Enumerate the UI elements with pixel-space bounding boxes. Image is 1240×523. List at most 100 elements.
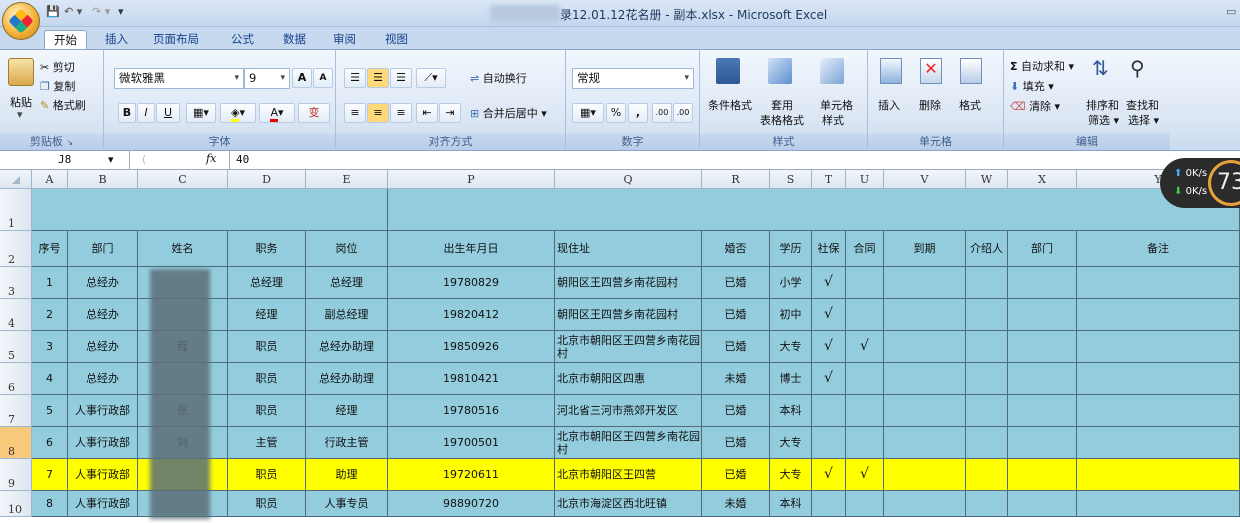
cell[interactable]	[1077, 395, 1240, 427]
column-header-v[interactable]: V	[884, 170, 966, 189]
formula-input[interactable]: 40	[236, 153, 249, 166]
cell[interactable]	[1008, 491, 1077, 517]
cell[interactable]: 总经办助理	[306, 363, 388, 395]
conditional-format-icon[interactable]	[716, 58, 740, 84]
cell[interactable]	[1077, 459, 1240, 491]
column-header-p[interactable]: P	[388, 170, 555, 189]
header-cell[interactable]: 学历	[770, 231, 812, 267]
sort-filter-label[interactable]: 排序和	[1086, 97, 1119, 113]
cell[interactable]	[966, 395, 1008, 427]
header-cell[interactable]: 序号	[32, 231, 68, 267]
cell[interactable]	[846, 395, 884, 427]
cell[interactable]	[966, 491, 1008, 517]
autosum-button[interactable]: Σ 自动求和 ▾	[1010, 58, 1074, 74]
cell-styles-label-2[interactable]: 样式	[822, 112, 844, 128]
header-cell[interactable]: 介绍人	[966, 231, 1008, 267]
cell[interactable]: 人事行政部	[68, 395, 138, 427]
fill-color-button[interactable]: ◈▾	[220, 103, 256, 123]
cell[interactable]	[1077, 427, 1240, 459]
row-header[interactable]: 2	[0, 231, 32, 267]
cell[interactable]: 总经理	[306, 267, 388, 299]
merge-center-button[interactable]: ⊞ 合并后居中 ▾	[470, 105, 547, 121]
cell[interactable]: 2	[32, 299, 68, 331]
cell[interactable]: 19820412	[388, 299, 555, 331]
column-header-c[interactable]: C	[138, 170, 228, 189]
undo-icon[interactable]: ↶ ▾	[64, 5, 82, 21]
cell[interactable]	[884, 395, 966, 427]
fill-button[interactable]: ⬇ 填充 ▾	[1010, 78, 1054, 94]
cell[interactable]: 总经办	[68, 363, 138, 395]
format-painter-button[interactable]: ✎ 格式刷	[40, 97, 86, 113]
align-right-icon[interactable]: ≡	[390, 103, 412, 123]
cell[interactable]: 8	[32, 491, 68, 517]
cell[interactable]: 北京市朝阳区四惠	[555, 363, 702, 395]
column-header-d[interactable]: D	[228, 170, 306, 189]
orientation-icon[interactable]: ⟋▾	[416, 68, 446, 88]
wrap-text-button[interactable]: ⇌ 自动换行	[470, 70, 527, 86]
cell[interactable]	[1008, 395, 1077, 427]
delete-button[interactable]: 删除	[919, 97, 941, 113]
font-color-button[interactable]: A▾	[259, 103, 295, 123]
cell[interactable]: 已婚	[702, 299, 770, 331]
merged-title-cell[interactable]	[32, 189, 388, 231]
cell[interactable]: 职员	[228, 395, 306, 427]
align-bottom-icon[interactable]: ☰	[390, 68, 412, 88]
cell[interactable]: 19780829	[388, 267, 555, 299]
cell[interactable]: 人事行政部	[68, 427, 138, 459]
cell[interactable]	[966, 427, 1008, 459]
header-cell[interactable]: 合同	[846, 231, 884, 267]
currency-icon[interactable]: ▦▾	[572, 103, 604, 123]
cell[interactable]: 本科	[770, 395, 812, 427]
cell[interactable]: 19850926	[388, 331, 555, 363]
underline-button[interactable]: U	[156, 103, 180, 123]
cell[interactable]: 博士	[770, 363, 812, 395]
binoculars-icon[interactable]: ⚲	[1130, 56, 1145, 80]
cell[interactable]: √	[812, 363, 846, 395]
cell[interactable]	[966, 363, 1008, 395]
tab-6[interactable]: 视图	[376, 30, 417, 49]
insert-button[interactable]: 插入	[878, 97, 900, 113]
redo-icon[interactable]: ↷ ▾	[92, 5, 110, 21]
cell[interactable]: √	[812, 459, 846, 491]
align-top-icon[interactable]: ☰	[344, 68, 366, 88]
row-header[interactable]: 1	[0, 189, 32, 231]
cell[interactable]: 助理	[306, 459, 388, 491]
row-header[interactable]: 8	[0, 427, 32, 459]
cell[interactable]: 北京市朝阳区王四营	[555, 459, 702, 491]
cell[interactable]: 本科	[770, 491, 812, 517]
cell[interactable]: 19810421	[388, 363, 555, 395]
cell[interactable]: 已婚	[702, 267, 770, 299]
header-cell[interactable]: 备注	[1077, 231, 1240, 267]
format-table-label-2[interactable]: 表格格式	[760, 112, 804, 128]
row-header[interactable]: 3	[0, 267, 32, 299]
cell[interactable]: 职员	[228, 363, 306, 395]
cell[interactable]	[812, 395, 846, 427]
column-header-b[interactable]: B	[68, 170, 138, 189]
tab-4[interactable]: 数据	[274, 30, 315, 49]
cell[interactable]: 4	[32, 363, 68, 395]
insert-cells-icon[interactable]	[880, 58, 902, 84]
cell[interactable]: 未婚	[702, 491, 770, 517]
cell[interactable]	[1077, 363, 1240, 395]
paste-dropdown-icon[interactable]: ▾	[17, 108, 23, 121]
cell[interactable]: 朝阳区王四营乡南花园村	[555, 299, 702, 331]
cell[interactable]: 北京市朝阳区王四营乡南花园村	[555, 427, 702, 459]
row-header[interactable]: 9	[0, 459, 32, 491]
cell[interactable]: 人事专员	[306, 491, 388, 517]
column-header-a[interactable]: A	[32, 170, 68, 189]
cell[interactable]: 行政主管	[306, 427, 388, 459]
row-header[interactable]: 6	[0, 363, 32, 395]
cell[interactable]	[884, 363, 966, 395]
header-cell[interactable]: 出生年月日	[388, 231, 555, 267]
increase-decimal-button[interactable]: .00	[652, 103, 672, 123]
cell[interactable]: 北京市海淀区西北旺镇	[555, 491, 702, 517]
cell[interactable]	[846, 491, 884, 517]
header-cell[interactable]: 职务	[228, 231, 306, 267]
align-middle-icon[interactable]: ☰	[367, 68, 389, 88]
cell[interactable]	[966, 267, 1008, 299]
cell[interactable]	[1008, 331, 1077, 363]
row-header[interactable]: 7	[0, 395, 32, 427]
cell[interactable]: 已婚	[702, 395, 770, 427]
paste-icon[interactable]	[8, 58, 34, 86]
office-button[interactable]	[2, 2, 40, 40]
